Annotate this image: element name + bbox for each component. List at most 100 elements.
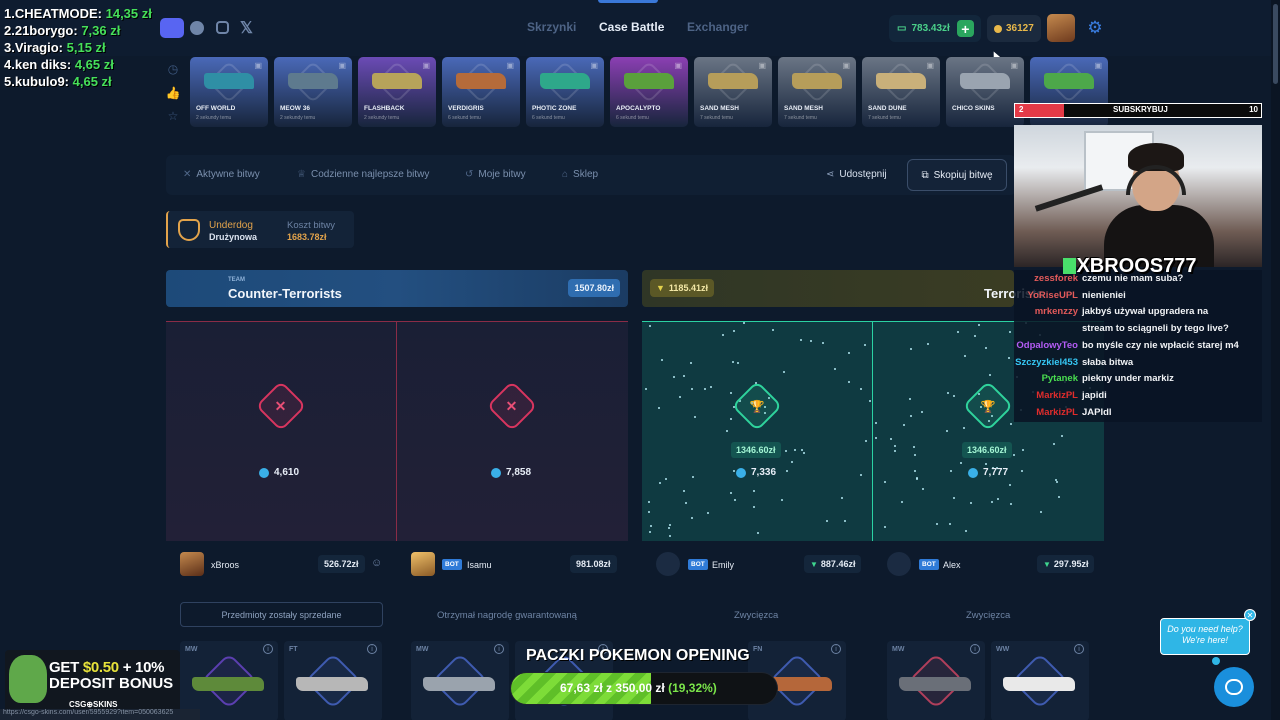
sparkle-particle	[772, 329, 774, 331]
drop-card[interactable]: ▣ APOCALYPTO 6 sekund temu	[610, 57, 688, 127]
sparkle-particle	[1009, 331, 1011, 333]
slot-divider	[872, 321, 873, 541]
sparkle-particle	[694, 416, 696, 418]
bot-avatar-icon[interactable]	[887, 552, 911, 576]
menu-shop[interactable]: ⌂ Sklep	[562, 169, 598, 180]
drop-card[interactable]: ▣ OFF WORLD 2 sekundy temu	[190, 57, 268, 127]
drop-card[interactable]: ▣ SAND DUNE 7 sekund temu	[862, 57, 940, 127]
sparkle-particle	[910, 348, 912, 350]
player-slot-3	[642, 321, 873, 541]
nav-cases[interactable]: Skrzynki	[527, 20, 576, 34]
chat-text: jakbyś używał upgradera na	[1082, 306, 1209, 318]
user-avatar[interactable]	[1047, 14, 1075, 42]
drop-time: 2 sekundy temu	[280, 115, 316, 121]
player-name[interactable]: Alex	[943, 560, 961, 570]
menu-active-label: Aktywne bitwy	[196, 169, 260, 180]
drop-card[interactable]: ▣ FLASHBACK 2 sekundy temu	[358, 57, 436, 127]
nav-case-battle[interactable]: Case Battle	[599, 20, 664, 34]
items-sold-button[interactable]: Przedmioty zostały sprzedane	[180, 602, 383, 627]
menu-my-battles[interactable]: ↺ Moje bitwy	[465, 169, 526, 180]
player-name[interactable]: Emily	[712, 560, 734, 570]
chat-bubble-icon	[1225, 679, 1243, 695]
settings-gear-icon[interactable]: ⚙	[1083, 16, 1107, 40]
info-icon[interactable]: i	[263, 644, 273, 654]
menu-daily-best[interactable]: ♕ Codzienne najlepsze bitwy	[297, 169, 429, 180]
info-icon[interactable]: i	[494, 644, 504, 654]
sparkle-particle	[683, 375, 685, 377]
sparkle-particle	[669, 524, 671, 526]
page-scrollbar[interactable]	[1271, 0, 1280, 720]
case-icon: ▣	[590, 61, 598, 70]
chat-message: MarkizPL JAPIdl	[1014, 407, 1111, 418]
close-icon[interactable]: ✕	[1244, 609, 1256, 621]
leaderboard-rank: 2.	[4, 23, 15, 38]
deposit-bonus-banner[interactable]: GET $0.50 + 10% DEPOSIT BONUS CSG⊕SKINS	[5, 650, 180, 714]
instagram-icon[interactable]	[216, 21, 229, 34]
scrollbar-thumb[interactable]	[1273, 4, 1278, 84]
webcam-feed	[1014, 125, 1262, 267]
drop-card[interactable]: ▣ SAND MESH 7 sekund temu	[778, 57, 856, 127]
leaderboard-amount: 4,65 zł	[72, 74, 112, 89]
sparkle-particle	[1040, 511, 1042, 513]
nav-exchanger[interactable]: Exchanger	[687, 20, 748, 34]
winner-text: Zwycięzca	[734, 610, 779, 621]
won-item-card[interactable]: WW i	[991, 641, 1089, 720]
recent-drops-icon[interactable]: ◷	[164, 62, 182, 76]
battle-cost-value: 1683.78zł	[287, 232, 327, 242]
info-icon[interactable]: i	[831, 644, 841, 654]
sparkle-particle	[903, 424, 905, 426]
menu-shop-label: Sklep	[573, 169, 599, 180]
bot-avatar-icon[interactable]	[656, 552, 680, 576]
drop-card[interactable]: ▣ PHOTIC ZONE 6 sekund temu	[526, 57, 604, 127]
x-icon[interactable]: 𝕏	[240, 18, 253, 38]
leaderboard-row: 5.kubulo9: 4,65 zł	[4, 73, 164, 90]
drop-card[interactable]: ▣ VERDIGRIS 6 sekund temu	[442, 57, 520, 127]
item-exterior: MW	[185, 646, 198, 653]
drop-card[interactable]: ▣ MEOW 36 2 sekundy temu	[274, 57, 352, 127]
player-avatar[interactable]	[180, 552, 204, 576]
info-icon[interactable]: i	[1074, 644, 1084, 654]
weapon-icon	[204, 73, 254, 89]
sparkle-particle	[875, 422, 877, 424]
mode-type: Drużynowa	[209, 232, 258, 242]
support-chat-button[interactable]	[1214, 667, 1254, 707]
drop-card[interactable]: ▣ CHICO SKINS	[946, 57, 1024, 127]
sparkle-particle	[884, 526, 886, 528]
best-drops-icon[interactable]: 👍	[164, 86, 182, 100]
help-bubble[interactable]: Do you need help? We're here!	[1160, 618, 1250, 655]
sparkle-particle	[826, 520, 828, 522]
smiley-icon[interactable]: ☺	[371, 557, 382, 569]
menu-active-battles[interactable]: ✕ Aktywne bitwy	[183, 169, 260, 180]
sparkle-particle	[913, 446, 915, 448]
coins-display[interactable]: 36127	[987, 15, 1041, 42]
sparkle-particle	[650, 525, 652, 527]
player-name[interactable]: xBroos	[211, 560, 239, 570]
won-item-card[interactable]: MW i	[887, 641, 985, 720]
share-button[interactable]: ⋖ Udostępnij	[826, 169, 887, 180]
won-item-card[interactable]: MW i	[411, 641, 509, 720]
chat-text: japidi	[1082, 389, 1107, 401]
won-item-card[interactable]: FT i	[284, 641, 382, 720]
weapon-icon	[624, 73, 674, 89]
info-icon[interactable]: i	[970, 644, 980, 654]
facebook-icon[interactable]	[190, 21, 204, 35]
player-name[interactable]: Isamu	[467, 560, 492, 570]
team-ct-label: TEAM	[228, 277, 245, 283]
player-score: 7,777	[968, 467, 1008, 478]
sparkle-particle	[916, 478, 918, 480]
info-icon[interactable]: i	[367, 644, 377, 654]
favorite-drops-icon[interactable]: ☆	[164, 109, 182, 123]
deposit-button[interactable]: +	[956, 20, 974, 37]
sparkle-particle	[803, 452, 805, 454]
leaderboard-amount: 4,65 zł	[74, 57, 114, 72]
sparkle-particle	[683, 490, 685, 492]
copy-battle-button[interactable]: ⧉ Skopiuj bitwę	[907, 159, 1007, 191]
player-avatar[interactable]	[411, 552, 435, 576]
slot-divider	[396, 321, 397, 541]
chat-username: OdpalowyTeo	[1016, 339, 1078, 351]
sparkle-particle	[964, 355, 966, 357]
drop-card[interactable]: ▣ SAND MESH 7 sekund temu	[694, 57, 772, 127]
balance-display[interactable]: ▭ 783.43zł +	[889, 15, 981, 42]
chat-text: słaba bitwa	[1082, 356, 1134, 368]
player-value: ▼ 887.46zł	[804, 555, 862, 573]
